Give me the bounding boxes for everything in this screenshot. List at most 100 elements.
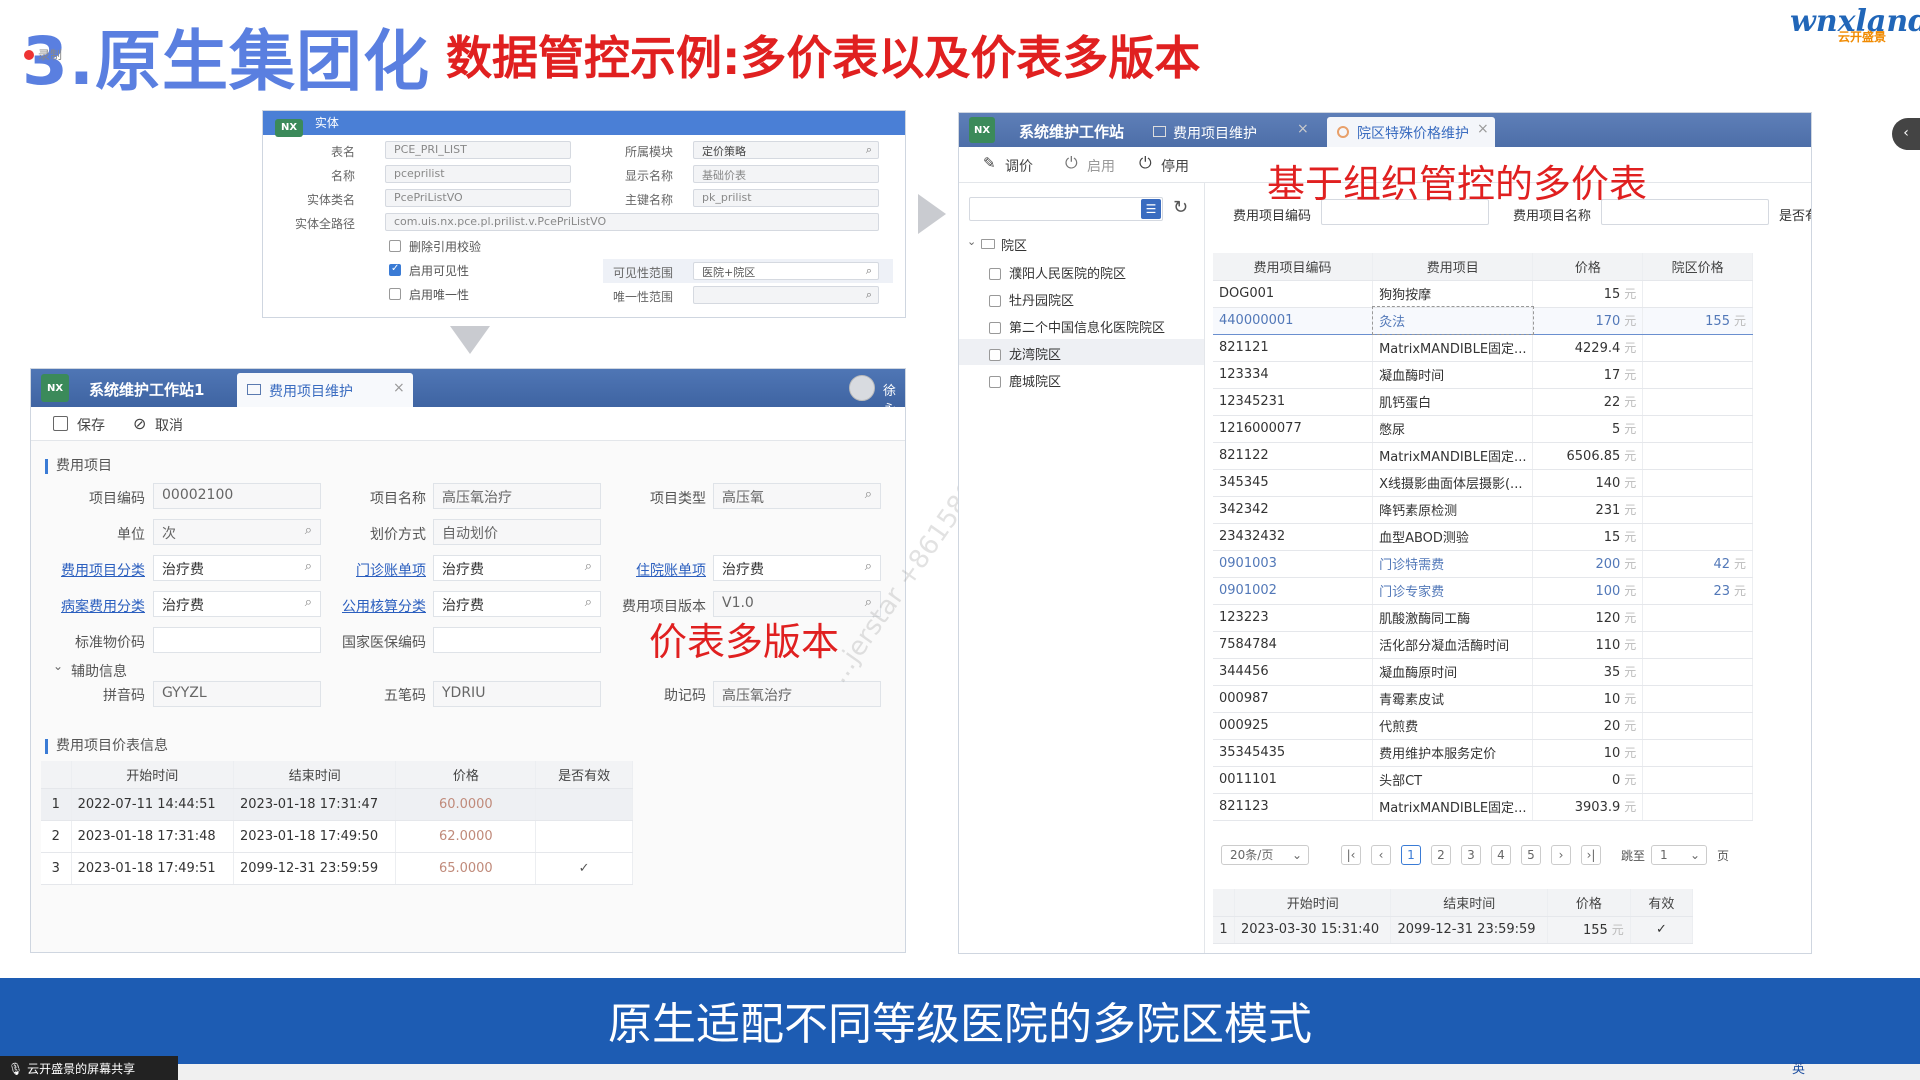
save-button[interactable]: 保存 xyxy=(77,415,105,435)
table-row[interactable]: 821122 MatrixMANDIBLE固定... 6506.85 元 xyxy=(1213,442,1753,470)
table-row[interactable]: 000987 青霉素皮试 10 元 xyxy=(1213,685,1753,713)
pinyin-code-input[interactable]: GYYZL xyxy=(153,681,321,707)
edit-icon[interactable]: ✎ xyxy=(983,154,996,172)
page-button[interactable]: 4 xyxy=(1491,845,1511,865)
entity-module-select[interactable]: 定价策略 ⌕ xyxy=(693,141,879,159)
page-button[interactable]: 2 xyxy=(1431,845,1451,865)
entity-pk-input[interactable]: pk_prilist xyxy=(693,189,879,207)
campus-checkbox[interactable] xyxy=(989,295,1001,307)
ime-indicator[interactable]: 英 xyxy=(1792,1058,1805,1077)
disable-button[interactable]: 停用 xyxy=(1161,156,1189,176)
table-row[interactable]: 12345231 肌钙蛋白 22 元 xyxy=(1213,388,1753,416)
jump-page-select[interactable]: 1 ⌄ xyxy=(1651,845,1707,865)
table-row[interactable]: 2 2023-01-18 17:31:48 2023-01-18 17:49:5… xyxy=(41,820,633,853)
delete-ref-check-checkbox[interactable] xyxy=(389,240,401,252)
enable-unique-checkbox[interactable] xyxy=(389,288,401,300)
search-icon[interactable]: ⌕ xyxy=(866,143,872,157)
page-button[interactable]: 3 xyxy=(1461,845,1481,865)
unit-select[interactable]: 次 ⌕ xyxy=(153,519,321,545)
tree-item-campus[interactable]: 龙湾院区 xyxy=(989,344,1061,363)
outpatient-bill-select[interactable]: 治疗费 ⌕ xyxy=(433,555,601,581)
entity-class-input[interactable]: PcePriListVO xyxy=(385,189,571,207)
table-row[interactable]: 0901003 门诊特需费 200 元 42 元 xyxy=(1213,550,1753,578)
visibility-scope-select[interactable]: 医院+院区 ⌕ xyxy=(693,262,879,280)
fee-category-link[interactable]: 费用项目分类 xyxy=(55,560,145,580)
tab-campus-special-price[interactable]: 院区特殊价格维护 × xyxy=(1327,117,1495,147)
power-icon[interactable]: ⏻ xyxy=(1139,153,1152,173)
standard-price-code-input[interactable] xyxy=(153,627,321,653)
table-row[interactable]: 0011101 头部CT 0 元 xyxy=(1213,766,1753,794)
next-page-button[interactable]: › xyxy=(1551,845,1571,865)
entity-display-name-input[interactable]: 基础价表 xyxy=(693,165,879,183)
table-row[interactable]: 7584784 活化部分凝血活酶时间 110 元 xyxy=(1213,631,1753,659)
prev-page-button[interactable]: ‹ xyxy=(1371,845,1391,865)
item-code-input[interactable]: 00002100 xyxy=(153,483,321,509)
table-row[interactable]: 123334 凝血酶时间 17 元 xyxy=(1213,361,1753,389)
pricing-mode-input[interactable]: 自动划价 xyxy=(433,519,601,545)
tree-item-campus[interactable]: 鹿城院区 xyxy=(989,371,1061,390)
campus-checkbox[interactable] xyxy=(989,349,1001,361)
table-row[interactable]: 1216000077 憋尿 5 元 xyxy=(1213,415,1753,443)
tree-search-input[interactable] xyxy=(969,197,1163,221)
aux-expand-icon[interactable]: ⌄ xyxy=(53,659,63,673)
page-button[interactable]: 1 xyxy=(1401,845,1421,865)
table-row[interactable]: DOG001 狗狗按摩 15 元 xyxy=(1213,280,1753,308)
tree-collapse-icon[interactable]: ⌄ xyxy=(967,235,976,248)
adjust-price-button[interactable]: 调价 xyxy=(1005,156,1033,176)
table-row[interactable]: 440000001 灸法 170 元 155 元 xyxy=(1213,306,1753,335)
refresh-icon[interactable]: ↻ xyxy=(1173,197,1188,218)
tab-fee-item[interactable]: 费用项目维护 × xyxy=(237,373,413,407)
avatar[interactable] xyxy=(849,375,875,401)
close-tab-icon[interactable]: × xyxy=(1297,121,1309,137)
mnemonic-code-input[interactable]: 高压氧治疗 xyxy=(713,681,881,707)
table-row[interactable]: 23432432 血型ABOD测验 15 元 xyxy=(1213,523,1753,551)
table-row[interactable]: 345345 X线摄影曲面体层摄影(... 140 元 xyxy=(1213,469,1753,497)
campus-checkbox[interactable] xyxy=(989,268,1001,280)
table-row[interactable]: 35345435 费用维护本服务定价 10 元 xyxy=(1213,739,1753,767)
search-icon[interactable]: ⌕ xyxy=(305,523,312,538)
entity-table-name-input[interactable]: PCE_PRI_LIST xyxy=(385,141,571,159)
search-icon[interactable]: ⌕ xyxy=(866,288,872,302)
page-button[interactable]: 5 xyxy=(1521,845,1541,865)
wubi-code-input[interactable]: YDRIU xyxy=(433,681,601,707)
table-row[interactable]: 821123 MatrixMANDIBLE固定... 3903.9 元 xyxy=(1213,793,1753,821)
table-row[interactable]: 821121 MatrixMANDIBLE固定... 4229.4 元 xyxy=(1213,334,1753,362)
campus-checkbox[interactable] xyxy=(989,322,1001,334)
entity-full-path-input[interactable]: com.uis.nx.pce.pl.prilist.v.PcePriListVO xyxy=(385,213,879,231)
first-page-button[interactable]: |‹ xyxy=(1341,845,1361,865)
table-row[interactable]: 000925 代煎费 20 元 xyxy=(1213,712,1753,740)
tree-item-campus[interactable]: 第二个中国信息化医院院区 xyxy=(989,317,1165,336)
table-row[interactable]: 1 2022-07-11 14:44:51 2023-01-18 17:31:4… xyxy=(41,788,633,821)
cancel-button[interactable]: 取消 xyxy=(155,415,183,435)
workstation-name[interactable]: 系统维护工作站1 xyxy=(89,379,204,400)
tree-item-campus[interactable]: 牡丹园院区 xyxy=(989,290,1074,309)
close-tab-icon[interactable]: × xyxy=(1477,121,1489,137)
search-icon[interactable]: ⌕ xyxy=(866,264,872,278)
public-accounting-link[interactable]: 公用核算分类 xyxy=(336,596,426,616)
search-icon[interactable]: ⌕ xyxy=(585,559,592,574)
save-icon[interactable] xyxy=(53,416,68,431)
table-row[interactable]: 344456 凝血酶原时间 35 元 xyxy=(1213,658,1753,686)
close-tab-icon[interactable]: × xyxy=(393,380,405,396)
case-fee-category-select[interactable]: 治疗费 ⌕ xyxy=(153,591,321,617)
unique-scope-select[interactable]: ⌕ xyxy=(693,286,879,304)
power-icon[interactable]: ⏻ xyxy=(1065,153,1078,173)
case-fee-category-link[interactable]: 病案费用分类 xyxy=(55,596,145,616)
entity-name-input[interactable]: pceprilist xyxy=(385,165,571,183)
search-icon[interactable]: ⌕ xyxy=(305,559,312,574)
cancel-icon[interactable]: ⊘ xyxy=(133,414,146,433)
page-size-select[interactable]: 20条/页 ⌄ xyxy=(1221,845,1309,865)
list-filter-icon[interactable]: ☰ xyxy=(1141,199,1161,219)
public-accounting-select[interactable]: 治疗费 ⌕ xyxy=(433,591,601,617)
inpatient-bill-select[interactable]: 治疗费 ⌕ xyxy=(713,555,881,581)
tree-item-campus[interactable]: 濮阳人民医院的院区 xyxy=(989,263,1126,282)
tree-root[interactable]: 院区 xyxy=(1001,235,1027,254)
search-icon[interactable]: ⌕ xyxy=(865,559,872,574)
tab-fee-item[interactable]: 费用项目维护 × xyxy=(1149,119,1315,147)
enable-button[interactable]: 启用 xyxy=(1087,156,1115,176)
search-icon[interactable]: ⌕ xyxy=(305,595,312,610)
search-icon[interactable]: ⌕ xyxy=(585,595,592,610)
last-page-button[interactable]: ›| xyxy=(1581,845,1601,865)
table-row[interactable]: 1 2023-03-30 15:31:40 2099-12-31 23:59:5… xyxy=(1213,916,1694,944)
table-row[interactable]: 0901002 门诊专家费 100 元 23 元 xyxy=(1213,577,1753,605)
